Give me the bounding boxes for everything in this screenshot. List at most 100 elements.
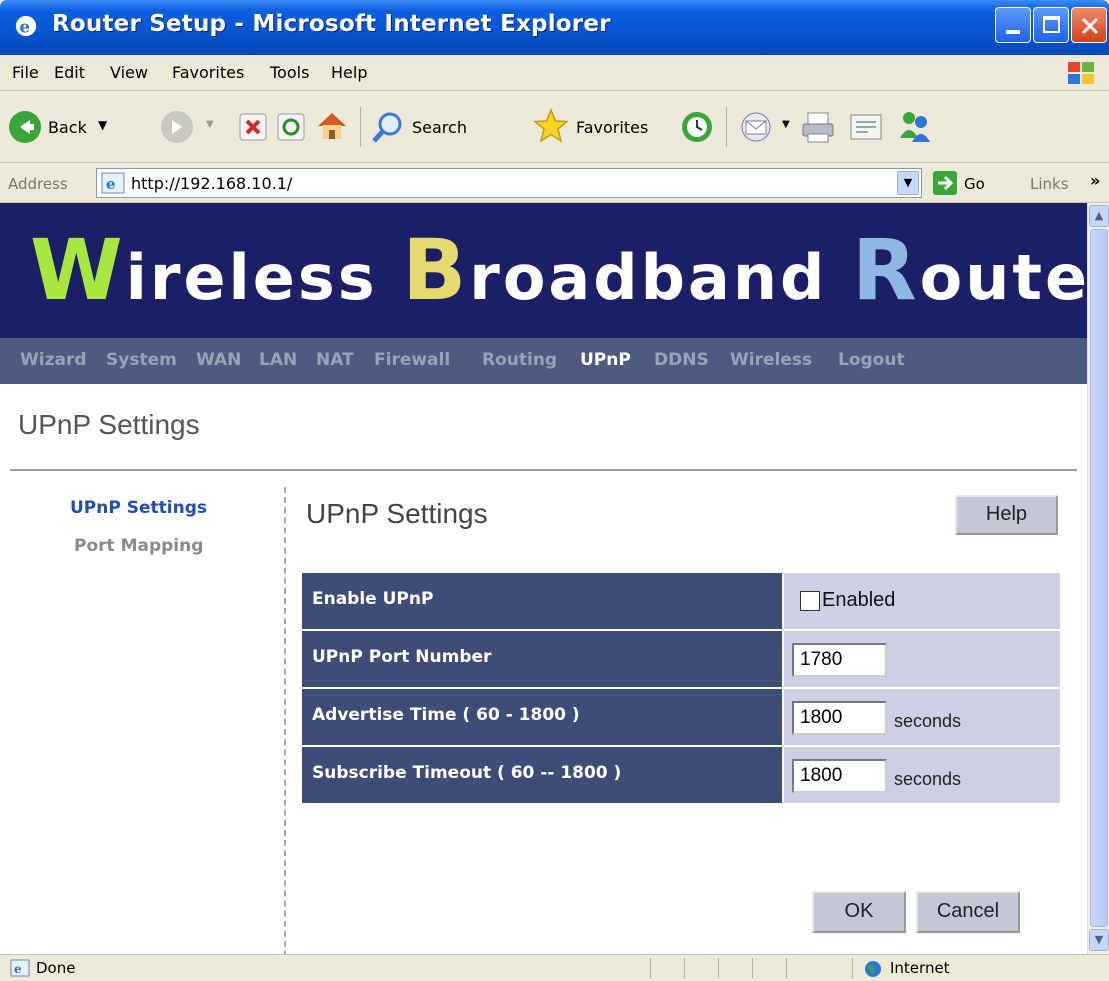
stop-icon[interactable] bbox=[238, 112, 268, 142]
nav-logout[interactable]: Logout bbox=[838, 350, 905, 370]
history-icon[interactable] bbox=[680, 110, 714, 144]
menu-favorites[interactable]: Favorites bbox=[172, 63, 244, 82]
nav-wizard[interactable]: Wizard bbox=[20, 350, 87, 370]
sidebar-item-upnp-settings[interactable]: UPnP Settings bbox=[70, 498, 207, 518]
ok-button[interactable]: OK bbox=[812, 891, 906, 933]
mail-icon[interactable] bbox=[740, 110, 780, 144]
favorites-star-icon bbox=[533, 108, 569, 143]
nav-system[interactable]: System bbox=[106, 350, 177, 370]
back-arrow-icon bbox=[9, 111, 41, 143]
menu-help[interactable]: Help bbox=[331, 63, 367, 82]
status-text: Done bbox=[36, 959, 76, 977]
nav-routing[interactable]: Routing bbox=[482, 350, 557, 370]
banner-initial-w: W bbox=[30, 221, 126, 319]
page-icon: e bbox=[101, 172, 125, 194]
scroll-down-icon[interactable]: ▼ bbox=[1089, 929, 1109, 951]
messenger-icon[interactable] bbox=[896, 108, 934, 144]
maximize-icon bbox=[1043, 16, 1060, 33]
cancel-button[interactable]: Cancel bbox=[916, 891, 1020, 933]
mail-dropdown-icon[interactable]: ▼ bbox=[782, 119, 790, 130]
subscribe-timeout-input[interactable]: 1800 bbox=[792, 759, 887, 793]
search-button[interactable]: Search bbox=[370, 106, 520, 148]
banner-initial-b: B bbox=[402, 221, 470, 319]
menu-edit[interactable]: Edit bbox=[54, 63, 85, 82]
internet-globe-icon bbox=[865, 961, 881, 977]
minimize-button[interactable] bbox=[995, 7, 1031, 43]
nav-nat[interactable]: NAT bbox=[316, 350, 354, 370]
row-enable-upnp: Enable UPnP Enabled bbox=[302, 573, 1060, 629]
print-icon[interactable] bbox=[800, 110, 836, 144]
address-label: Address bbox=[8, 175, 68, 193]
status-bar: e Done Internet bbox=[0, 954, 1109, 981]
main-nav: Wizard System WAN LAN NAT Firewall Routi… bbox=[0, 338, 1087, 384]
status-divider bbox=[752, 958, 753, 978]
page-title: UPnP Settings bbox=[18, 409, 200, 440]
help-button[interactable]: Help bbox=[955, 495, 1058, 535]
row-advertise-time: Advertise Time ( 60 - 1800 ) 1800 second… bbox=[302, 689, 1060, 745]
scrollbar-thumb[interactable] bbox=[1090, 229, 1108, 927]
port-number-label: UPnP Port Number bbox=[302, 631, 782, 687]
window-title-bar[interactable]: e Router Setup - Microsoft Internet Expl… bbox=[0, 0, 1109, 55]
svg-text:e: e bbox=[20, 16, 31, 36]
enable-upnp-checkbox[interactable] bbox=[800, 591, 820, 611]
chevron-right-icon[interactable]: » bbox=[1090, 171, 1100, 190]
dropdown-arrow-icon[interactable]: ▼ bbox=[98, 118, 107, 132]
advertise-time-unit: seconds bbox=[894, 711, 962, 731]
sidebar-divider bbox=[284, 487, 286, 954]
status-divider bbox=[650, 958, 651, 978]
page-content: Wireless Broadband Router Wizard System … bbox=[0, 203, 1087, 954]
security-zone-text: Internet bbox=[890, 959, 950, 977]
address-input[interactable]: e http://192.168.10.1/ ▼ bbox=[96, 168, 922, 198]
advertise-time-input[interactable]: 1800 bbox=[792, 701, 887, 735]
enable-upnp-checkbox-label[interactable]: Enabled bbox=[822, 589, 895, 612]
nav-firewall[interactable]: Firewall bbox=[374, 350, 450, 370]
menu-file[interactable]: File bbox=[12, 63, 39, 82]
home-icon[interactable] bbox=[314, 109, 350, 143]
status-divider bbox=[786, 958, 787, 978]
favorites-button[interactable]: Favorites bbox=[532, 106, 667, 148]
menu-tools[interactable]: Tools bbox=[270, 63, 309, 82]
menu-bar: File Edit View Favorites Tools Help bbox=[0, 55, 1109, 91]
nav-wireless[interactable]: Wireless bbox=[730, 350, 812, 370]
router-banner: Wireless Broadband Router bbox=[0, 203, 1087, 338]
address-url: http://192.168.10.1/ bbox=[131, 174, 293, 193]
banner-initial-r: R bbox=[851, 221, 920, 319]
forward-dropdown-icon[interactable]: ▼ bbox=[206, 119, 214, 130]
enable-upnp-cell: Enabled bbox=[784, 573, 1060, 629]
scroll-up-icon[interactable]: ▲ bbox=[1089, 205, 1109, 227]
vertical-scrollbar[interactable]: ▲ ▼ bbox=[1087, 203, 1109, 954]
nav-wan[interactable]: WAN bbox=[196, 350, 241, 370]
minimize-icon bbox=[1006, 30, 1020, 34]
go-label: Go bbox=[964, 175, 985, 193]
banner-word-1: ireless bbox=[125, 241, 403, 314]
nav-ddns[interactable]: DDNS bbox=[654, 350, 709, 370]
go-button[interactable]: Go bbox=[932, 168, 1002, 198]
window-title: Router Setup - Microsoft Internet Explor… bbox=[52, 11, 611, 37]
status-divider bbox=[852, 958, 853, 978]
sidebar-item-port-mapping[interactable]: Port Mapping bbox=[74, 536, 203, 556]
edit-icon[interactable] bbox=[848, 110, 884, 144]
row-subscribe-timeout: Subscribe Timeout ( 60 -- 1800 ) 1800 se… bbox=[302, 747, 1060, 803]
subscribe-timeout-unit: seconds bbox=[894, 769, 962, 789]
go-arrow-icon bbox=[933, 171, 957, 195]
menu-view[interactable]: View bbox=[110, 63, 148, 82]
address-dropdown-icon[interactable]: ▼ bbox=[897, 171, 919, 195]
subscribe-timeout-cell: 1800 seconds bbox=[784, 747, 1060, 803]
nav-upnp[interactable]: UPnP bbox=[580, 350, 631, 370]
divider bbox=[10, 469, 1077, 471]
port-number-input[interactable]: 1780 bbox=[792, 643, 887, 677]
advertise-time-cell: 1800 seconds bbox=[784, 689, 1060, 745]
close-button[interactable] bbox=[1071, 7, 1107, 43]
forward-arrow-icon[interactable] bbox=[160, 110, 194, 144]
refresh-icon[interactable] bbox=[276, 112, 306, 142]
advertise-time-label: Advertise Time ( 60 - 1800 ) bbox=[302, 689, 782, 745]
port-number-cell: 1780 bbox=[784, 631, 1060, 687]
maximize-button[interactable] bbox=[1033, 7, 1069, 43]
banner-word-3: outer bbox=[919, 241, 1087, 314]
section-title: UPnP Settings bbox=[306, 498, 488, 529]
back-button[interactable]: Back ▼ bbox=[8, 106, 138, 148]
links-label[interactable]: Links bbox=[1030, 175, 1069, 193]
nav-lan[interactable]: LAN bbox=[259, 350, 297, 370]
status-divider bbox=[684, 958, 685, 978]
windows-flag-icon bbox=[1068, 62, 1094, 84]
